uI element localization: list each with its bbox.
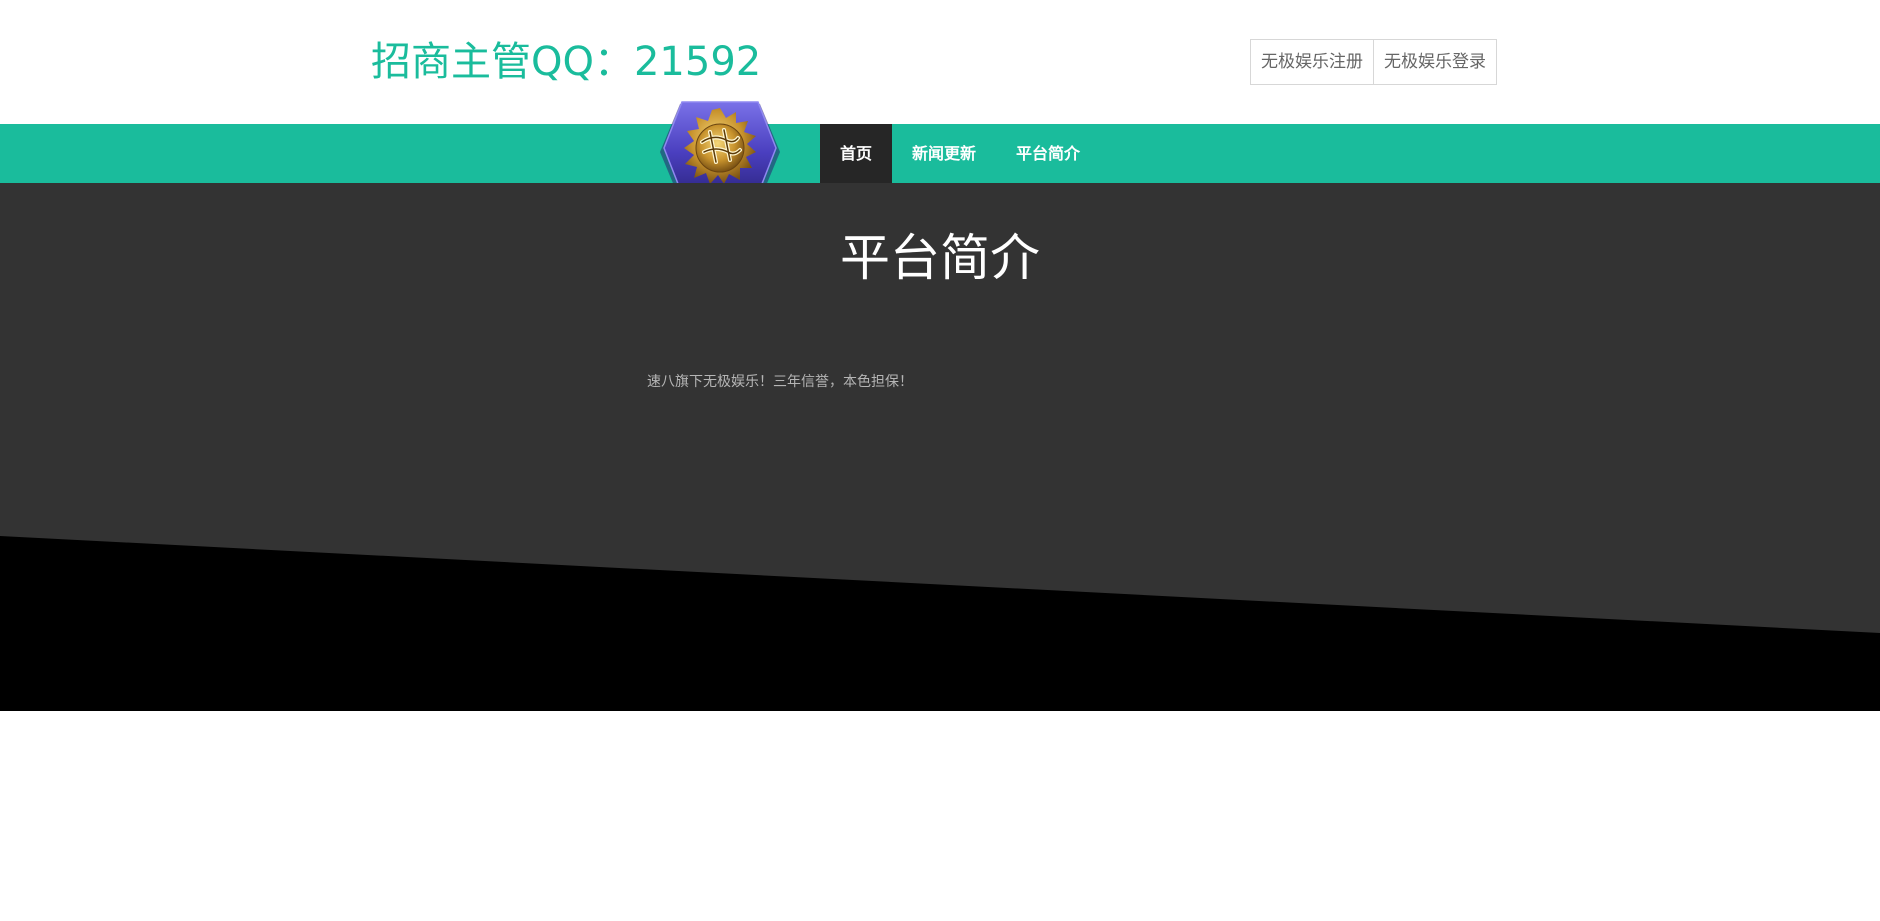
login-button[interactable]: 无极娱乐登录 xyxy=(1374,39,1497,85)
register-button[interactable]: 无极娱乐注册 xyxy=(1250,39,1374,85)
nav-item-home[interactable]: 首页 xyxy=(820,124,893,183)
nav-item-news[interactable]: 新闻更新 xyxy=(892,124,996,183)
auth-buttons: 无极娱乐注册 无极娱乐登录 xyxy=(1250,39,1497,85)
page-title: 招商主管QQ：21592 xyxy=(371,39,762,85)
main-section: 平台简介 速八旗下无极娱乐！三年信誉，本色担保！ xyxy=(0,183,1880,711)
navbar: 首页 新闻更新 平台简介 xyxy=(0,124,1880,183)
nav-items: 首页 新闻更新 平台简介 xyxy=(820,124,1100,183)
nav-item-platform-intro[interactable]: 平台简介 xyxy=(996,124,1100,183)
section-title: 平台简介 xyxy=(840,229,1040,287)
section-body: 速八旗下无极娱乐！三年信誉，本色担保！ xyxy=(647,374,913,390)
header: 招商主管QQ：21592 无极娱乐注册 无极娱乐登录 xyxy=(0,0,1880,124)
